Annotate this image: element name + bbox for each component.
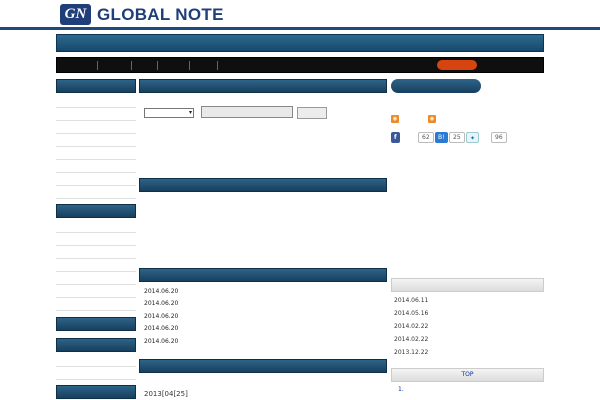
tweet-button[interactable]: ✦ [466, 132, 480, 143]
sidebar-item[interactable] [56, 147, 136, 160]
sidebar-item[interactable] [56, 220, 136, 233]
right-panel-item-date: 2014.02.22 [394, 336, 429, 343]
sidebar-item[interactable] [56, 272, 136, 285]
sidebar-heading [56, 385, 136, 399]
article-date: 2013[04[25] [144, 390, 188, 398]
hatena-count: 25 [449, 132, 465, 143]
news-item-date: 2014.06.20 [144, 325, 179, 332]
news-item[interactable]: 2014.06.20 [144, 313, 178, 320]
nav-divider [217, 61, 218, 70]
facebook-icon: f [394, 134, 397, 141]
sidebar-item[interactable] [56, 233, 136, 246]
nav-divider [97, 61, 98, 70]
sidebar-heading [56, 79, 136, 93]
search-input[interactable] [201, 106, 293, 118]
news-item-date: 2014.06.20 [144, 313, 179, 320]
news-item[interactable]: 2014.06.20 [144, 338, 178, 345]
rss-icon[interactable]: ◉ [391, 115, 399, 123]
right-panel-item-date: 2014.05.16 [394, 310, 429, 317]
sidebar-item[interactable] [56, 259, 136, 272]
right-panel-ranking-item[interactable]: 1. [398, 386, 404, 393]
right-panel-item[interactable]: 2014.05.16 [394, 310, 428, 317]
facebook-count: 62 [418, 132, 434, 143]
right-panel-item-date: 2014.02.22 [394, 323, 429, 330]
sidebar-item[interactable] [56, 95, 136, 108]
right-panel-item-date: 2014.06.11 [394, 297, 429, 304]
sidebar-item[interactable] [56, 186, 136, 199]
nav-divider [131, 61, 132, 70]
news-item[interactable]: 2014.06.20 [144, 288, 178, 295]
news-item-date: 2014.06.20 [144, 338, 179, 345]
right-panel-item[interactable]: 2014.02.22 [394, 323, 428, 330]
search-button[interactable] [297, 107, 327, 119]
right-panel-heading [391, 278, 544, 292]
sidebar-item[interactable] [56, 173, 136, 186]
hatena-bookmark-button[interactable]: B! [435, 132, 448, 143]
sidebar-heading[interactable] [56, 317, 136, 331]
search-bar-header [139, 79, 387, 93]
login-button[interactable] [437, 60, 477, 70]
info-banner [56, 34, 544, 52]
article-bar-header [139, 359, 387, 373]
news-item[interactable]: 2014.06.20 [144, 325, 178, 332]
tweet-count: 96 [491, 132, 507, 143]
chevron-down-icon: ▾ [188, 109, 192, 116]
sidebar-item[interactable] [56, 367, 136, 380]
news-item-date: 2014.06.20 [144, 288, 179, 295]
facebook-share-button[interactable]: f [391, 132, 400, 143]
sidebar-item[interactable] [56, 298, 136, 311]
right-panel-item[interactable]: 2014.02.22 [394, 336, 428, 343]
news-item-date: 2014.06.20 [144, 300, 179, 307]
nav-divider [157, 61, 158, 70]
sidebar-item[interactable] [56, 134, 136, 147]
right-panel-heading: TOP [391, 368, 544, 382]
sidebar-item[interactable] [56, 285, 136, 298]
search-category-select[interactable]: ▾ [144, 108, 194, 118]
right-panel-item-date: 2013.12.22 [394, 349, 429, 356]
twitter-icon: ✦ [470, 135, 476, 142]
sidebar-item[interactable] [56, 354, 136, 367]
sidebar-item[interactable] [56, 160, 136, 173]
news-item[interactable]: 2014.06.20 [144, 300, 178, 307]
category-bar-header [139, 178, 387, 192]
main-nav [56, 57, 544, 73]
sidebar-heading [56, 204, 136, 218]
right-panel-item[interactable]: 2014.06.11 [394, 297, 428, 304]
sidebar-heading [56, 338, 136, 352]
news-bar-header [139, 268, 387, 282]
register-button[interactable] [391, 79, 481, 93]
rss-icon[interactable]: ◉ [428, 115, 436, 123]
logo-mark[interactable]: GN [60, 4, 91, 25]
nav-divider [189, 61, 190, 70]
sidebar-item[interactable] [56, 108, 136, 121]
sidebar-item[interactable] [56, 246, 136, 259]
right-panel-item[interactable]: 2013.12.22 [394, 349, 428, 356]
page: GN GLOBAL NOTE ▾ 2014.06.20 2014.06.20 2… [0, 0, 600, 400]
logo-text[interactable]: GLOBAL NOTE [97, 5, 224, 25]
sidebar-item[interactable] [56, 121, 136, 134]
